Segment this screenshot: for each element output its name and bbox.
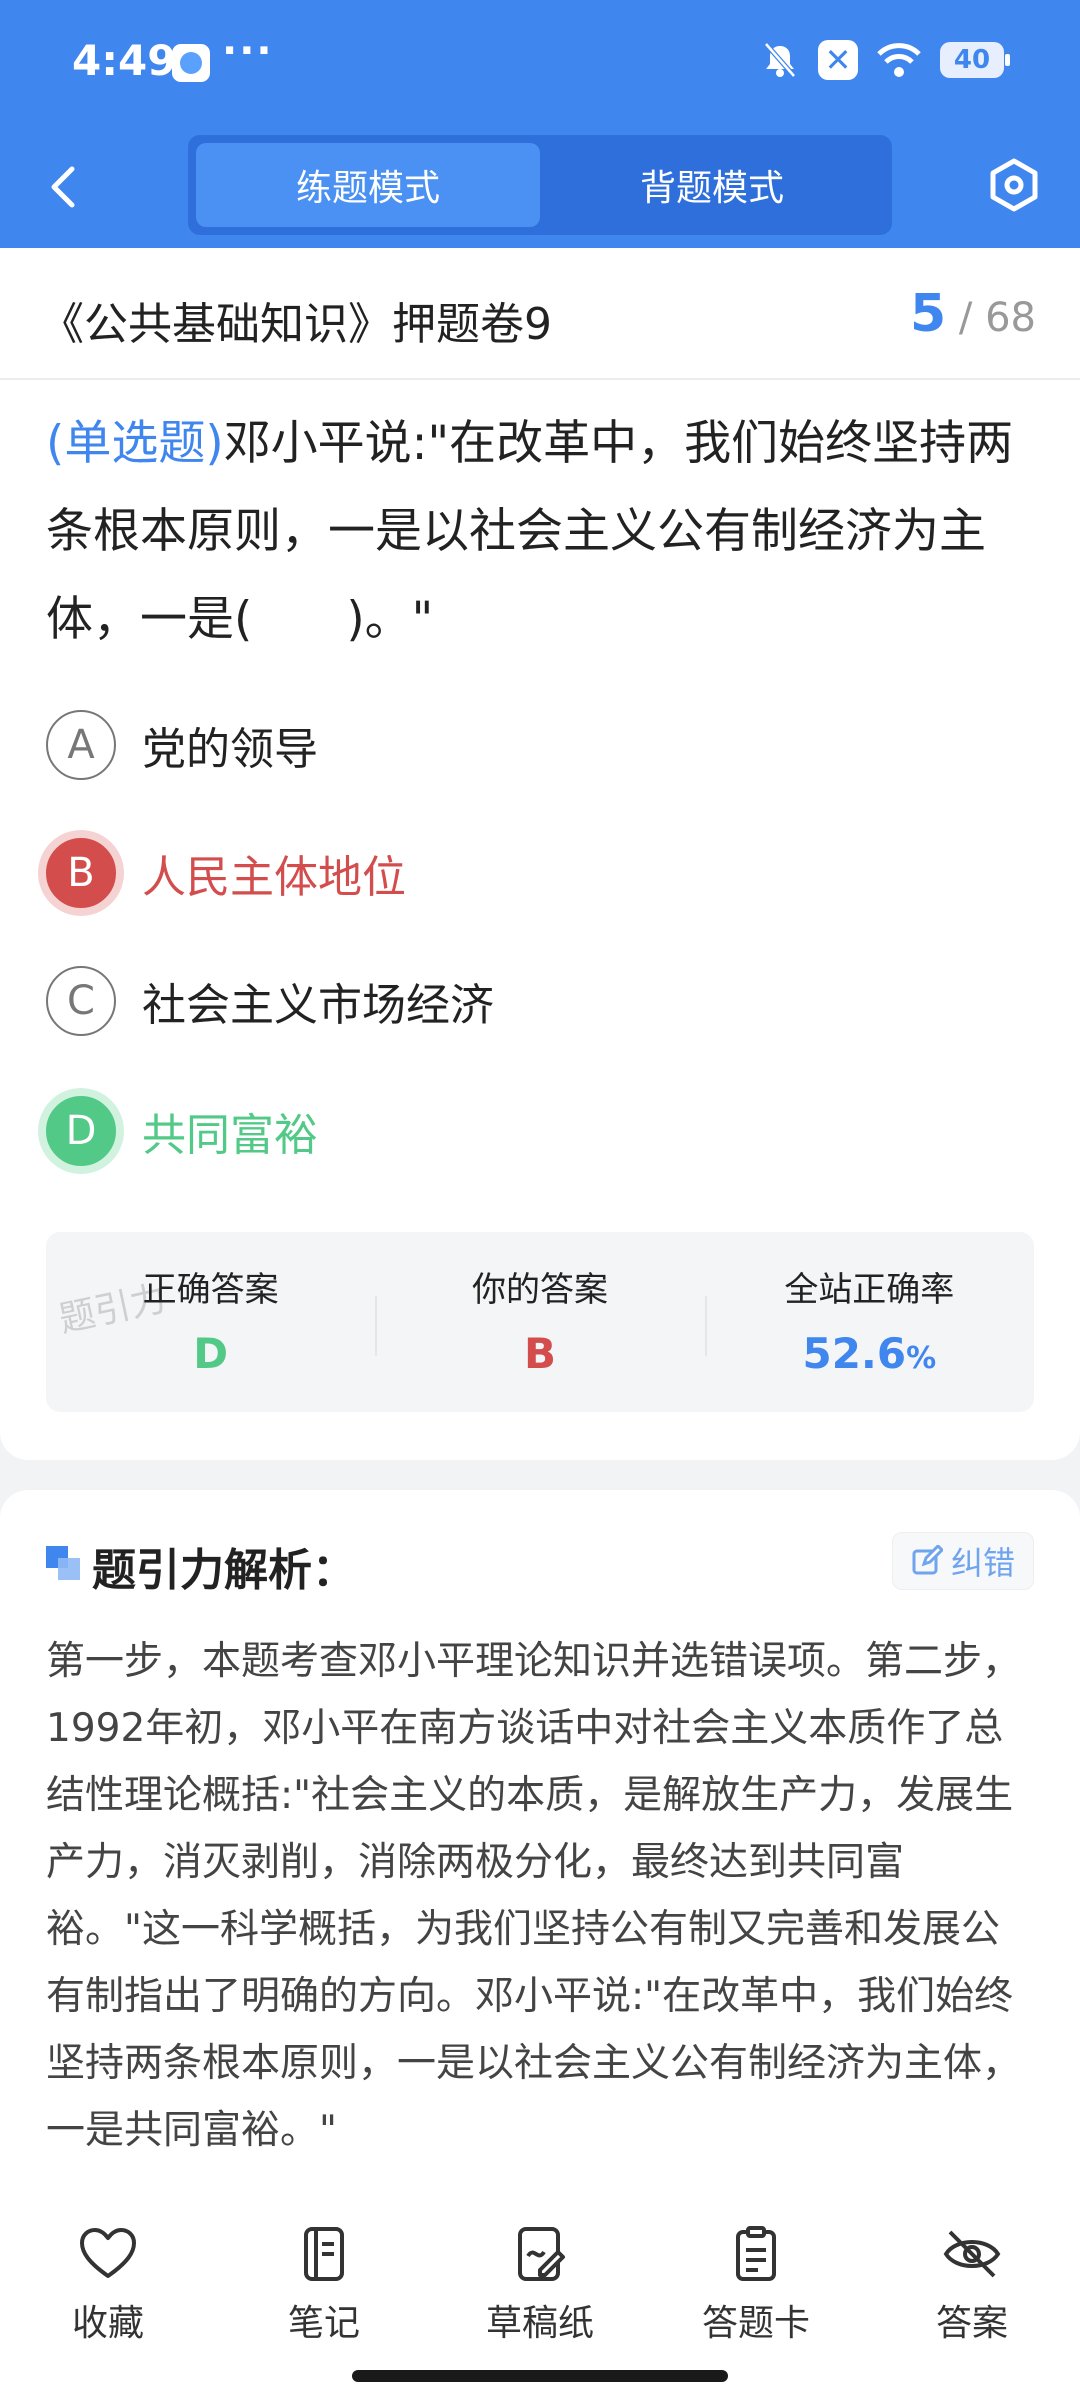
draft-paper-button[interactable]: 草稿纸 xyxy=(460,2226,620,2346)
wifi-icon xyxy=(876,40,922,80)
back-chevron-icon[interactable] xyxy=(40,157,90,217)
option-text: 社会主义市场经济 xyxy=(142,980,494,1031)
mode-switch: 练题模式 背题模式 xyxy=(188,135,892,235)
correct-answer-column: 正确答案 D xyxy=(46,1232,375,1412)
option-letter: C xyxy=(46,966,116,1036)
answer-summary: 题引力 正确答案 D 你的答案 B 全站正确率 52.6% xyxy=(46,1232,1034,1412)
notes-button[interactable]: 笔记 xyxy=(244,2226,404,2346)
user-answer-column: 你的答案 B xyxy=(375,1232,704,1412)
accuracy-rate-value: 52.6% xyxy=(705,1329,1034,1378)
option-letter: A xyxy=(46,710,116,780)
report-error-label: 纠错 xyxy=(950,1544,1015,1582)
app-notification-icon xyxy=(172,44,210,82)
option-text: 共同富裕 xyxy=(142,1110,318,1161)
total-questions: / 68 xyxy=(958,295,1036,341)
option-letter: B xyxy=(46,838,116,908)
app-header: 4:49 ··· ✕ 40 练题模式 背题模式 xyxy=(0,0,1080,248)
status-bar: 4:49 ··· ✕ 40 xyxy=(0,0,1080,125)
option-c[interactable]: C 社会主义市场经济 xyxy=(46,964,494,1038)
report-error-button[interactable]: 纠错 xyxy=(891,1532,1034,1590)
more-notifications-icon: ··· xyxy=(222,28,274,74)
option-letter: D xyxy=(46,1096,116,1166)
user-answer-value: B xyxy=(523,1329,556,1378)
status-time: 4:49 xyxy=(72,36,177,85)
accuracy-rate-unit: % xyxy=(906,1341,937,1376)
answer-card-icon xyxy=(736,2226,776,2281)
show-answer-button[interactable]: 答案 xyxy=(892,2226,1052,2346)
draft-icon xyxy=(518,2227,565,2281)
bottom-toolbar: 收藏 笔记 草稿纸 答题卡 答案 xyxy=(0,2190,1080,2400)
show-answer-label: 答案 xyxy=(935,2303,1008,2344)
accuracy-rate-label: 全站正确率 xyxy=(784,1270,955,1310)
eye-off-icon xyxy=(943,2230,1001,2278)
question-card: (单选题)邓小平说:"在改革中，我们始终坚持两条根本原则，一是以社会主义公有制经… xyxy=(0,380,1080,1460)
option-text: 人民主体地位 xyxy=(142,852,406,903)
edit-icon xyxy=(912,1545,943,1575)
question-progress: 5 / 68 xyxy=(910,284,1036,344)
tab-memorize-mode[interactable]: 背题模式 xyxy=(540,143,884,227)
analysis-card: 题引力解析： 纠错 第一步，本题考查邓小平理论知识并选错误项。第二步，1992年… xyxy=(0,1490,1080,2190)
x-app-icon: ✕ xyxy=(818,40,858,80)
analysis-title: 题引力解析： xyxy=(92,1545,356,1596)
question-type: (单选题) xyxy=(46,416,224,471)
exam-title-bar: 《公共基础知识》押题卷9 5 / 68 xyxy=(0,248,1080,380)
nav-bar: 练题模式 背题模式 xyxy=(0,125,1080,248)
option-b[interactable]: B 人民主体地位 xyxy=(46,836,406,910)
notebook-icon xyxy=(304,2227,344,2281)
option-a[interactable]: A 党的领导 xyxy=(46,708,318,782)
correct-answer-label: 正确答案 xyxy=(142,1270,279,1310)
home-indicator[interactable] xyxy=(352,2370,728,2382)
current-question-number: 5 xyxy=(910,284,947,344)
status-icons: ✕ 40 xyxy=(760,40,1010,80)
heart-icon xyxy=(80,2228,136,2278)
option-text: 党的领导 xyxy=(142,724,318,775)
answer-card-label: 答题卡 xyxy=(701,2303,810,2344)
accuracy-rate-column: 全站正确率 52.6% xyxy=(704,1232,1034,1412)
favorite-button[interactable]: 收藏 xyxy=(28,2226,188,2346)
bell-off-icon xyxy=(760,40,800,80)
analysis-text: 第一步，本题考查邓小平理论知识并选错误项。第二步，1992年初，邓小平在南方谈话… xyxy=(46,1639,1022,2153)
exam-title: 《公共基础知识》押题卷9 xyxy=(40,299,552,350)
answer-card-button[interactable]: 答题卡 xyxy=(676,2226,836,2346)
user-answer-label: 你的答案 xyxy=(471,1270,608,1310)
accuracy-rate-number: 52.6 xyxy=(802,1329,907,1378)
analysis-square-icon xyxy=(46,1546,80,1580)
settings-hexagon-icon[interactable] xyxy=(984,155,1044,215)
option-d[interactable]: D 共同富裕 xyxy=(46,1094,318,1168)
draft-paper-label: 草稿纸 xyxy=(485,2303,594,2344)
notes-label: 笔记 xyxy=(287,2303,360,2344)
battery-icon: 40 xyxy=(940,42,1010,78)
question-stem: (单选题)邓小平说:"在改革中，我们始终坚持两条根本原则，一是以社会主义公有制经… xyxy=(46,400,1036,664)
favorite-label: 收藏 xyxy=(71,2303,144,2344)
correct-answer-value: D xyxy=(193,1329,229,1378)
tab-practice-mode[interactable]: 练题模式 xyxy=(196,143,540,227)
